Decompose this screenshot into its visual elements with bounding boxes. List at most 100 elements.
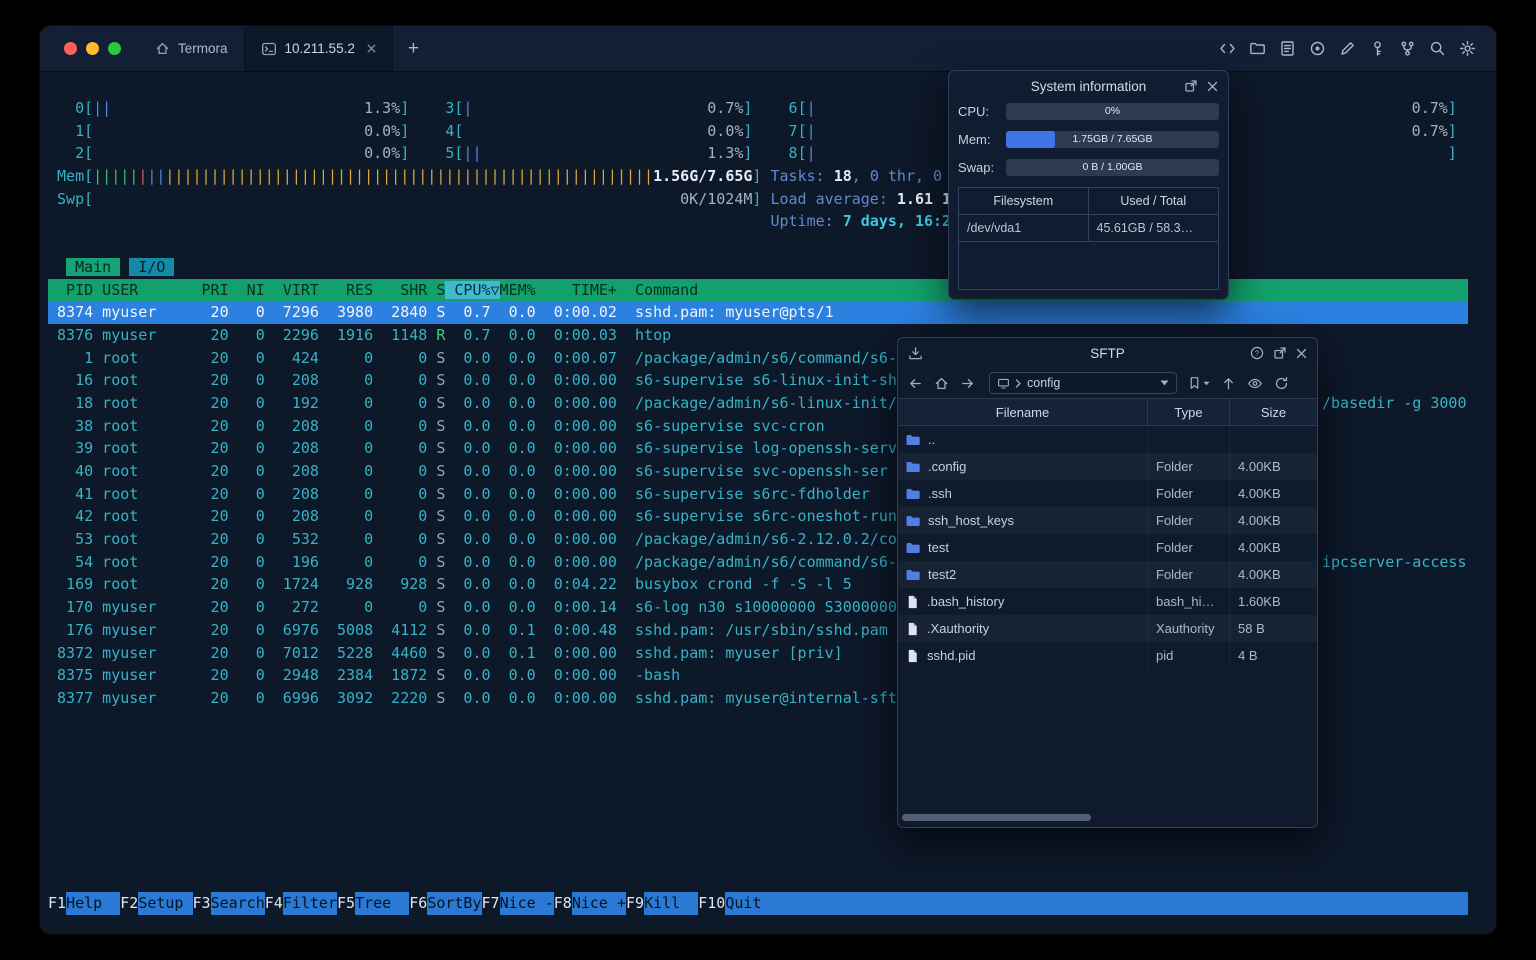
tab-termora[interactable]: Termora xyxy=(139,26,245,71)
open-in-window-icon[interactable] xyxy=(1273,346,1287,360)
filesystem-table-header: Filesystem Used / Total xyxy=(959,188,1218,215)
sftp-row-test[interactable]: test Folder 4.00KB xyxy=(898,534,1317,561)
filesystem-row[interactable]: /dev/vda1 45.61GB / 58.3… xyxy=(959,215,1218,242)
file-size: 1.60KB xyxy=(1238,594,1281,609)
path-segment-config[interactable]: config xyxy=(1027,376,1155,390)
cpu-meter-row: 1[ 0.0%] 4[ 0.0%] 7[| 0.7%] xyxy=(48,121,1457,140)
file-type: Folder xyxy=(1148,534,1230,561)
record-icon[interactable] xyxy=(1309,40,1326,57)
computer-icon xyxy=(997,377,1010,390)
close-icon[interactable] xyxy=(1296,346,1307,360)
fnkey-quit[interactable]: Quit xyxy=(725,892,780,915)
file-type xyxy=(1148,426,1230,453)
file-size: 4.00KB xyxy=(1238,486,1281,501)
new-tab-button[interactable]: + xyxy=(393,26,434,71)
key-icon[interactable] xyxy=(1369,40,1386,57)
swap-usage-value: 0 B / 1.00GB xyxy=(1082,161,1143,173)
sorted-column-cpu[interactable]: CPU%▽ xyxy=(445,280,500,299)
path-breadcrumb[interactable]: config xyxy=(989,372,1177,394)
process-row-selected[interactable]: 8374 myuser 20 0 7296 3980 2840 S 0.7 0.… xyxy=(48,301,1468,324)
file-name: test2 xyxy=(928,567,957,582)
sftp-row-.ssh[interactable]: .ssh Folder 4.00KB xyxy=(898,480,1317,507)
file-size: 4.00KB xyxy=(1238,459,1281,474)
traffic-lights xyxy=(40,26,139,71)
close-icon[interactable] xyxy=(1207,79,1218,93)
file-type: Folder xyxy=(1148,561,1230,588)
fnkey-nice[interactable]: Nice + xyxy=(571,892,626,915)
htop-tab-main[interactable]: Main xyxy=(66,257,121,276)
tab-host-10-211-55-2[interactable]: 10.211.55.2 xyxy=(244,26,393,71)
sftp-file-list: .. .config Folder 4.00KB .ssh Folder 4.00KB ssh… xyxy=(898,426,1317,669)
command-overflow-text: /basedir -g 3000 xyxy=(1322,394,1467,413)
horizontal-scrollbar[interactable] xyxy=(902,814,1313,822)
fnkey-tree[interactable]: Tree xyxy=(355,892,410,915)
filename-column-header[interactable]: Filename xyxy=(898,399,1148,425)
fnkey-kill[interactable]: Kill xyxy=(644,892,699,915)
terminal-icon xyxy=(261,41,277,57)
close-tab-icon[interactable] xyxy=(367,44,376,53)
fnkey-filter[interactable]: Filter xyxy=(282,892,337,915)
sftp-row-sshd.pid[interactable]: sshd.pid pid 4 B xyxy=(898,642,1317,669)
file-icon xyxy=(905,621,920,637)
fn-key-number: F4 xyxy=(264,894,283,913)
size-column-header[interactable]: Size xyxy=(1230,399,1317,425)
close-window-button[interactable] xyxy=(64,42,77,55)
back-icon[interactable] xyxy=(908,376,923,391)
chevron-right-icon xyxy=(1015,378,1022,388)
fnkey-search[interactable]: Search xyxy=(210,892,265,915)
zoom-window-button[interactable] xyxy=(108,42,121,55)
caret-down-icon[interactable] xyxy=(1160,380,1169,386)
caret-down-icon xyxy=(1203,381,1210,386)
log-file-icon[interactable] xyxy=(1279,40,1296,57)
folder-icon xyxy=(905,540,921,556)
cpu-meter-row: 0[|| 1.3%] 3[| 0.7%] 6[| 0.7%] xyxy=(48,99,1457,117)
refresh-icon[interactable] xyxy=(1274,376,1289,391)
memory-usage-bar: 1.75GB / 7.65GB xyxy=(1006,131,1219,148)
process-table-header[interactable]: PID USER PRI NI VIRT RES SHR S CPU%▽MEM%… xyxy=(48,278,1468,302)
bookmark-menu[interactable] xyxy=(1188,376,1210,390)
sftp-row-.config[interactable]: .config Folder 4.00KB xyxy=(898,453,1317,480)
sftp-row-.bash_history[interactable]: .bash_history bash_hi… 1.60KB xyxy=(898,588,1317,615)
transfers-download-icon[interactable] xyxy=(908,346,923,361)
fn-key-number: F2 xyxy=(120,894,139,913)
sftp-row-test2[interactable]: test2 Folder 4.00KB xyxy=(898,561,1317,588)
home-icon[interactable] xyxy=(934,376,949,391)
memory-usage-row: Mem: 1.75GB / 7.65GB xyxy=(958,131,1219,148)
tab-label: Termora xyxy=(178,41,228,56)
fnkey-sortby[interactable]: SortBy xyxy=(427,892,482,915)
type-column-header[interactable]: Type xyxy=(1148,399,1230,425)
file-type: Folder xyxy=(1148,480,1230,507)
parent-directory-icon[interactable] xyxy=(1221,376,1236,391)
sftp-row-..[interactable]: .. xyxy=(898,426,1317,453)
cpu-usage-row: CPU: 0% xyxy=(958,103,1219,120)
open-in-window-icon[interactable] xyxy=(1184,79,1198,93)
fn-key-number: F3 xyxy=(192,894,211,913)
fn-key-number: F5 xyxy=(337,894,356,913)
file-type: Folder xyxy=(1148,453,1230,480)
search-icon[interactable] xyxy=(1429,40,1446,57)
sftp-row-ssh_host_keys[interactable]: ssh_host_keys Folder 4.00KB xyxy=(898,507,1317,534)
swap-usage-row: Swap: 0 B / 1.00GB xyxy=(958,159,1219,176)
cpu-usage-value: 0% xyxy=(1104,105,1121,117)
fnkey-nice[interactable]: Nice - xyxy=(499,892,554,915)
pencil-icon[interactable] xyxy=(1339,40,1356,57)
git-branch-icon[interactable] xyxy=(1399,40,1416,57)
folder-icon[interactable] xyxy=(1249,40,1266,57)
htop-tab-io[interactable]: I/O xyxy=(129,257,175,276)
sftp-row-.Xauthority[interactable]: .Xauthority Xauthority 58 B xyxy=(898,615,1317,642)
memory-label: Mem: xyxy=(958,132,991,147)
file-name: .ssh xyxy=(928,486,952,501)
sftp-window: SFTP ? config Filename Type Size .. .con… xyxy=(897,337,1318,828)
forward-icon[interactable] xyxy=(960,376,975,391)
fnkey-help[interactable]: Help xyxy=(66,892,121,915)
file-name: .config xyxy=(928,459,967,474)
code-icon[interactable] xyxy=(1219,40,1236,57)
file-name: ssh_host_keys xyxy=(928,513,1014,528)
show-hidden-eye-icon[interactable] xyxy=(1247,376,1263,391)
scrollbar-thumb[interactable] xyxy=(902,814,1092,821)
fn-key-number: F8 xyxy=(553,894,572,913)
minimize-window-button[interactable] xyxy=(86,42,99,55)
settings-icon[interactable] xyxy=(1459,40,1476,57)
help-icon[interactable]: ? xyxy=(1250,346,1264,360)
fnkey-setup[interactable]: Setup xyxy=(138,892,193,915)
